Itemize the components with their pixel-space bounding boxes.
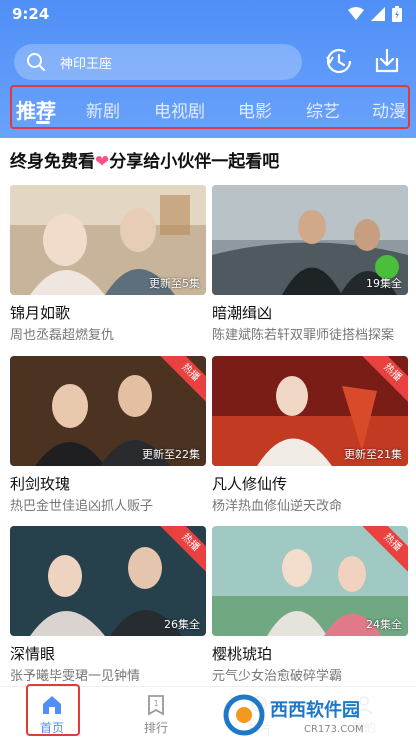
episode-badge: 24集全 — [366, 618, 402, 631]
episode-badge: 19集全 — [366, 277, 402, 290]
episode-badge: 更新至22集 — [142, 448, 200, 461]
nav-ranking[interactable]: 1 排行 — [104, 687, 208, 740]
status-icons — [348, 6, 402, 22]
video-card[interactable]: 更新至5集 锦月如歌 周也丞磊超燃复仇 — [10, 185, 206, 343]
video-card[interactable]: 热播 更新至21集 凡人修仙传 杨洋热血修仙逆天改命 — [212, 356, 408, 514]
video-description: 张予曦毕雯珺一见钟情 — [10, 669, 141, 684]
nav-ranking-label: 排行 — [143, 721, 168, 735]
signal-icon — [371, 7, 385, 21]
status-bar: 9:24 — [0, 0, 416, 30]
wifi-icon — [348, 7, 364, 20]
video-thumbnail[interactable]: 热播 26集全 — [10, 526, 206, 636]
video-description: 杨洋热血修仙逆天改命 — [212, 499, 343, 514]
episode-badge: 更新至5集 — [149, 277, 200, 290]
site-watermark: 西西软件园 CR173.COM — [220, 692, 416, 738]
tab-variety[interactable]: 综艺 — [306, 97, 340, 122]
video-title[interactable]: 锦月如歌 — [10, 302, 70, 323]
episode-badge: 26集全 — [164, 618, 200, 631]
home-highlight-frame — [26, 684, 80, 736]
tab-tv-series[interactable]: 电视剧 — [154, 97, 205, 122]
video-description: 陈建斌陈若轩双罪师徒搭档探案 — [212, 328, 395, 343]
video-title[interactable]: 深情眼 — [10, 643, 55, 664]
video-title[interactable]: 暗潮缉凶 — [212, 302, 272, 323]
category-tabs: 推荐 新剧 电视剧 电影 综艺 动漫 — [10, 85, 410, 129]
history-icon[interactable] — [324, 46, 354, 76]
video-description: 周也丞磊超燃复仇 — [10, 328, 115, 343]
watermark-brand: 西西软件园 — [270, 699, 360, 721]
video-thumbnail[interactable]: 更新至5集 — [10, 185, 206, 295]
search-bar[interactable]: 神印王座 — [14, 44, 302, 80]
tab-movies[interactable]: 电影 — [238, 97, 272, 122]
active-tab-indicator — [36, 121, 50, 124]
watermark-site: CR173.COM — [304, 724, 364, 735]
video-thumbnail[interactable]: 热播 更新至21集 — [212, 356, 408, 466]
top-header: 9:24 神印王座 推荐 新剧 电视剧 电影 综艺 动漫 — [0, 0, 416, 138]
tab-anime[interactable]: 动漫 — [372, 97, 406, 122]
video-thumbnail[interactable]: 19集全 — [212, 185, 408, 295]
battery-icon — [392, 6, 402, 22]
promo-banner[interactable]: 终身免费看❤分享给小伙伴一起看吧 — [10, 147, 279, 172]
video-title[interactable]: 凡人修仙传 — [212, 473, 287, 494]
video-card[interactable]: 热播 26集全 深情眼 张予曦毕雯珺一见钟情 — [10, 526, 206, 684]
video-thumbnail[interactable]: 热播 更新至22集 — [10, 356, 206, 466]
svg-text:1: 1 — [153, 699, 158, 708]
video-card[interactable]: 19集全 暗潮缉凶 陈建斌陈若轩双罪师徒搭档探案 — [212, 185, 408, 343]
video-card[interactable]: 热播 24集全 樱桃琥珀 元气少女治愈破碎学霸 — [212, 526, 408, 684]
search-input[interactable]: 神印王座 — [60, 53, 112, 72]
status-time: 9:24 — [12, 5, 50, 23]
video-thumbnail[interactable]: 热播 24集全 — [212, 526, 408, 636]
promo-text-left: 终身免费看 — [10, 152, 95, 172]
tab-new-drama[interactable]: 新剧 — [86, 97, 120, 122]
download-icon[interactable] — [372, 46, 402, 76]
search-icon — [27, 53, 45, 71]
heart-icon: ❤ — [95, 152, 110, 172]
promo-text-right: 分享给小伙伴一起看吧 — [109, 152, 280, 172]
ranking-icon: 1 — [148, 695, 164, 716]
episode-badge: 更新至21集 — [344, 448, 402, 461]
video-title[interactable]: 利剑玫瑰 — [10, 473, 70, 494]
video-title[interactable]: 樱桃琥珀 — [212, 643, 272, 664]
tab-recommend[interactable]: 推荐 — [16, 95, 56, 124]
video-description: 热巴金世佳追凶抓人贩子 — [10, 499, 154, 514]
video-description: 元气少女治愈破碎学霸 — [212, 669, 343, 684]
video-card[interactable]: 热播 更新至22集 利剑玫瑰 热巴金世佳追凶抓人贩子 — [10, 356, 206, 514]
